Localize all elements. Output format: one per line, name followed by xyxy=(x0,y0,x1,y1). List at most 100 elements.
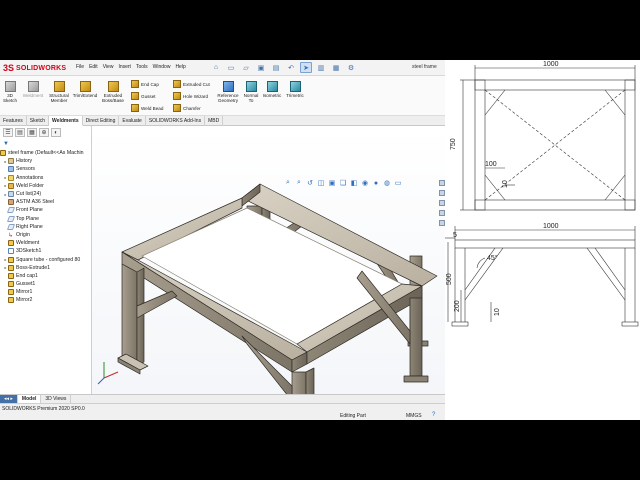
3d-sketch-button[interactable]: 3D Sketch xyxy=(3,81,17,103)
menu-view[interactable]: View xyxy=(103,64,114,70)
tree-item[interactable]: ▸ History xyxy=(0,157,92,165)
menu-edit[interactable]: Edit xyxy=(89,64,98,70)
tab-3d-views[interactable]: 3D Views xyxy=(41,395,72,403)
normal-to-button[interactable]: Normal To xyxy=(241,81,261,103)
tree-item[interactable]: ▸ Boss-Extrude1 xyxy=(0,264,92,272)
tree-item[interactable]: ▸ Cut list(24) xyxy=(0,190,92,198)
tab-weldments[interactable]: Weldments xyxy=(49,116,83,126)
design-library-tab-icon[interactable] xyxy=(438,190,445,196)
tree-root-part[interactable]: steel frame (Default<<As Machin xyxy=(0,149,92,157)
tree-item-label: Front Plane xyxy=(16,207,43,214)
display-manager-tab-icon[interactable]: ◐ xyxy=(51,128,61,137)
tree-item-label: Weld Folder xyxy=(16,182,44,189)
weld-folder-icon xyxy=(8,182,14,189)
frame-3d-model[interactable] xyxy=(92,126,445,394)
tree-item[interactable]: ASTM A36 Steel xyxy=(0,198,92,206)
display-style-icon[interactable]: ◧ xyxy=(350,179,358,187)
structural-member-button[interactable]: Structural Member xyxy=(48,81,70,103)
menu-tools[interactable]: Tools xyxy=(136,64,148,70)
previous-view-icon[interactable]: ↺ xyxy=(306,179,314,187)
dimxpert-tab-icon[interactable]: ⊕ xyxy=(39,128,49,137)
print-icon[interactable]: ▤ xyxy=(270,62,282,73)
menu-insert[interactable]: Insert xyxy=(118,64,131,70)
file-properties-icon[interactable]: ▦ xyxy=(330,62,342,73)
tree-item[interactable]: Top Plane xyxy=(0,215,92,223)
button-label: Weld Bead xyxy=(141,105,164,111)
view-orientation-icon[interactable]: ❏ xyxy=(339,179,347,187)
trimetric-button[interactable]: Trimetric xyxy=(284,81,306,98)
resources-tab-icon[interactable] xyxy=(438,180,445,186)
menu-file[interactable]: File xyxy=(76,64,84,70)
gusset-button[interactable]: Gusset xyxy=(131,92,156,100)
tab-mbd[interactable]: MBD xyxy=(205,116,224,126)
tree-item[interactable]: ▸ Annotations xyxy=(0,174,92,182)
view-settings-icon[interactable]: ▭ xyxy=(394,179,402,187)
weld-bead-button[interactable]: Weld Bead xyxy=(131,104,163,112)
front-left-offset-dimension: 5 xyxy=(453,232,457,239)
menu-window[interactable]: Window xyxy=(153,64,171,70)
tree-item[interactable]: Front Plane xyxy=(0,206,92,214)
tree-item[interactable]: Mirror1 xyxy=(0,288,92,296)
open-icon[interactable]: ▱ xyxy=(240,62,252,73)
tree-item[interactable]: 3DSketch1 xyxy=(0,247,92,255)
extruded-cut-button[interactable]: Extruded Cut xyxy=(173,80,210,88)
section-view-icon[interactable]: ◫ xyxy=(317,179,325,187)
filter-icon[interactable]: ▼ xyxy=(3,141,9,147)
appearances-tab-icon[interactable] xyxy=(438,220,445,226)
zoom-to-fit-icon[interactable]: ⌕ xyxy=(284,179,292,187)
trim-extend-button[interactable]: Trim/Extend xyxy=(72,81,98,98)
reference-geometry-button[interactable]: Reference Geometry xyxy=(214,81,242,103)
isometric-button[interactable]: Isometric xyxy=(261,81,283,98)
configuration-manager-tab-icon[interactable]: ▦ xyxy=(27,128,37,137)
hide-show-items-icon[interactable]: ◉ xyxy=(361,179,369,187)
graphics-area[interactable]: ⌕ ⌕ ↺ ◫ ▣ ❏ ◧ ◉ ● ◍ ▭ xyxy=(92,126,445,394)
file-explorer-tab-icon[interactable] xyxy=(438,200,445,206)
property-manager-tab-icon[interactable]: ▤ xyxy=(15,128,25,137)
tab-direct-editing[interactable]: Direct Editing xyxy=(83,116,120,126)
menu-help[interactable]: Help xyxy=(175,64,185,70)
options-gear-icon[interactable]: ⚙ xyxy=(345,62,357,73)
tab-model[interactable]: Model xyxy=(17,395,42,403)
weldment-button[interactable]: Weldment xyxy=(21,81,45,98)
home-icon[interactable]: ⌂ xyxy=(210,62,222,73)
tree-item[interactable]: Weldment xyxy=(0,239,92,247)
apply-scene-icon[interactable]: ◍ xyxy=(383,179,391,187)
new-document-icon[interactable]: ▭ xyxy=(225,62,237,73)
tab-sketch[interactable]: Sketch xyxy=(27,116,50,126)
solidworks-logo[interactable]: 3S SOLIDWORKS xyxy=(3,62,66,74)
dynamic-annotation-icon[interactable]: ▣ xyxy=(328,179,336,187)
save-icon[interactable]: ▣ xyxy=(255,62,267,73)
rebuild-icon[interactable]: ▥ xyxy=(315,62,327,73)
hole-wizard-button[interactable]: Hole Wizard xyxy=(173,92,208,100)
button-label: Isometric xyxy=(262,93,282,98)
tree-item[interactable]: Sensors xyxy=(0,165,92,173)
zoom-area-icon[interactable]: ⌕ xyxy=(295,179,303,187)
view-palette-tab-icon[interactable] xyxy=(438,210,445,216)
tree-item[interactable]: ▸ Weld Folder xyxy=(0,182,92,190)
tab-addins[interactable]: SOLIDWORKS Add-Ins xyxy=(146,116,206,126)
tree-item[interactable]: Gusset1 xyxy=(0,280,92,288)
tab-features[interactable]: Features xyxy=(0,116,27,126)
select-pointer-icon[interactable]: ➤ xyxy=(300,62,312,73)
tree-item[interactable]: End cap1 xyxy=(0,272,92,280)
chamfer-button[interactable]: Chamfer xyxy=(173,104,201,112)
motion-study-nav-icon[interactable]: ◂◂ ▸ xyxy=(0,395,18,403)
tree-item[interactable]: ▸ Square tube - configured 80 xyxy=(0,255,92,263)
undo-icon[interactable]: ↶ xyxy=(285,62,297,73)
edit-appearance-icon[interactable]: ● xyxy=(372,179,380,187)
tree-item[interactable]: Right Plane xyxy=(0,223,92,231)
tree-item-label: Mirror2 xyxy=(16,297,33,304)
gusset-offset-dimension: 10 xyxy=(494,308,501,316)
extruded-boss-button[interactable]: Extruded Boss/Base xyxy=(100,81,126,103)
tab-evaluate[interactable]: Evaluate xyxy=(119,116,146,126)
menu-bar: File Edit View Insert Tools Window Help xyxy=(76,64,186,70)
help-icon[interactable]: ? xyxy=(432,412,435,418)
status-bar: SOLIDWORKS Premium 2020 SP0.0 Editing Pa… xyxy=(0,403,445,420)
tree-item[interactable]: ↳ Origin xyxy=(0,231,92,239)
unit-system[interactable]: MMGS xyxy=(406,413,422,419)
button-label: Trimetric xyxy=(286,93,304,98)
end-cap-button[interactable]: End Cap xyxy=(131,80,159,88)
feature-tree-tab-icon[interactable]: ☰ xyxy=(3,128,13,137)
tree-item[interactable]: Mirror2 xyxy=(0,296,92,304)
tree-item-label: History xyxy=(16,158,33,165)
